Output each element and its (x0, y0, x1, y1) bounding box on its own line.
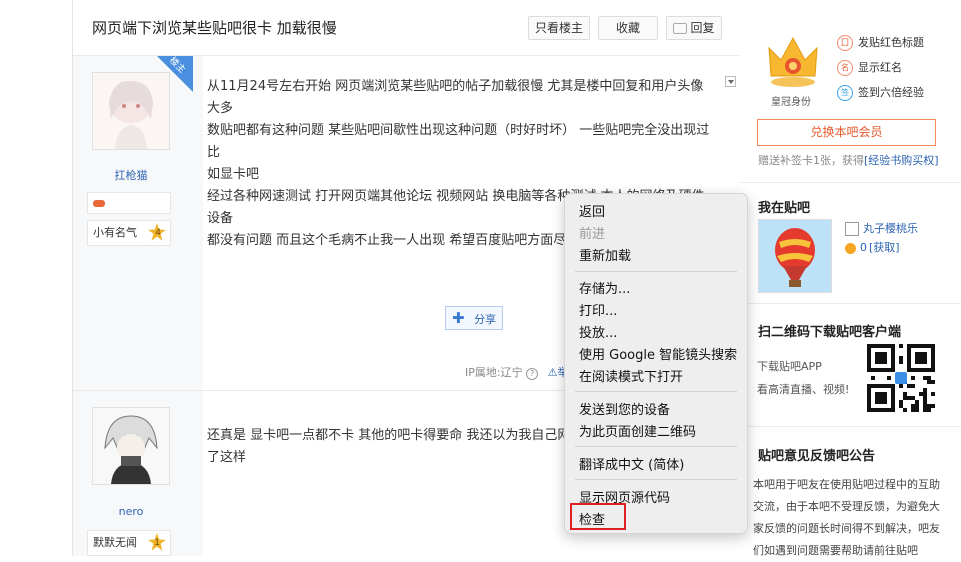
crown-icon (763, 30, 823, 90)
page: 网页端下浏览某些贴吧很卡 加载很慢 只看楼主 收藏 回复 楼主 扛枪猫 小有名气… (72, 0, 961, 557)
menu-separator (575, 391, 737, 392)
qr-line-1: 下载贴吧APP (757, 360, 822, 373)
perk-red-name: 名显示红名 (837, 59, 902, 76)
qr-section: 扫二维码下载贴吧客户端 下载贴吧APP 看高清直播、视频! (739, 303, 961, 426)
comment-icon (673, 23, 688, 34)
gift-text: 赠送补签卡1张，获得 (758, 154, 864, 167)
avatar[interactable] (92, 72, 170, 150)
menu-reload[interactable]: 重新加载 (579, 245, 631, 264)
post-line-1: 从11月24号左右开始 网页端浏览某些贴吧的帖子加载很慢 尤其是楼中回复和用户头… (207, 79, 704, 116)
menu-translate[interactable]: 翻译成中文 (简体) (579, 454, 684, 473)
notice-title: 贴吧意见反馈吧公告 (758, 449, 876, 464)
notice-section: 贴吧意见反馈吧公告 本吧用于吧友在使用贴吧过程中的互助 交流，由于本吧不受理反馈… (739, 426, 961, 557)
context-menu: 返回 前进 重新加载 存储为... 打印... 投放... 使用 Google … (564, 193, 748, 534)
level-number: 1 (154, 538, 160, 548)
post-line-2: 数贴吧都有这种问题 某些贴吧间歇性出现这种问题（时好时坏） 一些贴吧完全没出现过… (207, 123, 710, 160)
author-name[interactable]: 扛枪猫 (73, 167, 189, 183)
level-badge: 小有名气 4 (87, 220, 171, 246)
menu-send-to-device[interactable]: 发送到您的设备 (579, 399, 670, 418)
menu-reading-mode[interactable]: 在阅读模式下打开 (579, 366, 683, 385)
author-column: 楼主 扛枪猫 小有名气 4 (73, 56, 203, 390)
only-op-button[interactable]: 只看楼主 (528, 16, 590, 40)
crown-label: 皇冠身份 (771, 97, 811, 108)
fan-badge (87, 192, 171, 214)
notice-body: 本吧用于吧友在使用贴吧过程中的互助 交流，由于本吧不受理反馈，为避免大 家反馈的… (753, 474, 940, 562)
author-column: nero 默默无闻 1 (73, 391, 203, 556)
qr-line-2: 看高清直播、视频! (757, 383, 850, 396)
perk-label: 发贴红色标题 (858, 36, 924, 49)
reply-button[interactable]: 回复 (666, 16, 722, 40)
username[interactable]: 丸子樱桃乐 (863, 222, 918, 235)
menu-separator (575, 479, 737, 480)
user-avatar[interactable] (758, 219, 832, 293)
notice-line: 交流，由于本吧不受理反馈，为避免大 (753, 500, 940, 513)
perk-label: 签到六倍经验 (858, 86, 924, 99)
reply-label: 回复 (690, 21, 715, 35)
thread-header: 网页端下浏览某些贴吧很卡 加载很慢 只看楼主 收藏 回复 (73, 0, 739, 56)
perk-sign-exp: 签签到六倍经验 (837, 84, 924, 101)
gift-link[interactable]: [经验书购买权] (864, 154, 939, 167)
coin-row: 0 [获取] (845, 239, 900, 255)
my-bar-section: 我在贴吧 丸子樱桃乐 0 [获取] (739, 182, 961, 303)
level-name: 小有名气 (93, 226, 137, 239)
post-line-3: 如显卡吧 (207, 167, 260, 182)
menu-cast[interactable]: 投放... (579, 322, 617, 341)
ip-location: IP属地:辽宁 ? ⚠举 (465, 364, 568, 380)
menu-forward[interactable]: 前进 (579, 223, 605, 242)
exchange-member-button[interactable]: 兑换本吧会员 (757, 119, 936, 146)
user-icon (845, 222, 859, 236)
menu-create-qr[interactable]: 为此页面创建二维码 (579, 421, 696, 440)
red-name-icon: 名 (837, 60, 853, 76)
menu-print[interactable]: 打印... (579, 300, 617, 319)
share-label: 分享 (474, 313, 497, 326)
sign-icon: 签 (837, 85, 853, 101)
qr-title: 扫二维码下载贴吧客户端 (758, 325, 902, 340)
get-coins-link[interactable]: [获取] (869, 241, 900, 254)
share-button[interactable]: ✚ 分享 (445, 306, 503, 330)
balloon-image (759, 220, 831, 292)
avatar-image (93, 408, 169, 484)
warning-icon[interactable]: ⚠ (548, 366, 558, 379)
menu-separator (575, 271, 737, 272)
perk-label: 显示红名 (858, 61, 902, 74)
coin-count: 0 (860, 241, 867, 254)
avatar[interactable] (92, 407, 170, 485)
menu-google-lens[interactable]: 使用 Google 智能镜头搜索 (579, 344, 737, 363)
notice-line: 们如遇到问题需要帮助请前往贴吧 (753, 544, 918, 557)
thread-title: 网页端下浏览某些贴吧很卡 加载很慢 (92, 19, 337, 37)
level-name: 默默无闻 (93, 536, 137, 549)
notice-line: 家反馈的问题长时间得不到解决，吧友 (753, 522, 940, 535)
post-dropdown-button[interactable] (725, 76, 736, 87)
perk-red-title: 囗发贴红色标题 (837, 34, 924, 51)
my-bar-title: 我在贴吧 (758, 201, 811, 216)
right-sidebar: 皇冠身份 囗发贴红色标题 名显示红名 签签到六倍经验 兑换本吧会员 赠送补签卡1… (739, 0, 961, 557)
collect-button[interactable]: 收藏 (598, 16, 658, 40)
coin-icon (845, 242, 856, 254)
plus-icon: ✚ (452, 309, 465, 327)
avatar-image (93, 73, 169, 149)
ip-text: IP属地:辽宁 (465, 366, 523, 379)
notice-line: 本吧用于吧友在使用贴吧过程中的互助 (753, 478, 940, 491)
gamepad-icon (93, 199, 105, 207)
gift-note: 赠送补签卡1张，获得[经验书购买权] (758, 152, 939, 168)
inspect-highlight-box (570, 503, 626, 530)
chevron-down-icon (727, 80, 734, 84)
menu-separator (575, 446, 737, 447)
user-row: 丸子樱桃乐 (845, 220, 918, 236)
qr-code-image (867, 344, 935, 412)
author-name[interactable]: nero (73, 505, 189, 518)
menu-save-as[interactable]: 存储为... (579, 278, 630, 297)
red-title-icon: 囗 (837, 35, 853, 51)
level-badge: 默默无闻 1 (87, 530, 171, 556)
help-icon: ? (526, 368, 539, 380)
menu-back[interactable]: 返回 (579, 201, 605, 220)
level-number: 4 (155, 228, 161, 238)
qr-code (867, 344, 935, 412)
